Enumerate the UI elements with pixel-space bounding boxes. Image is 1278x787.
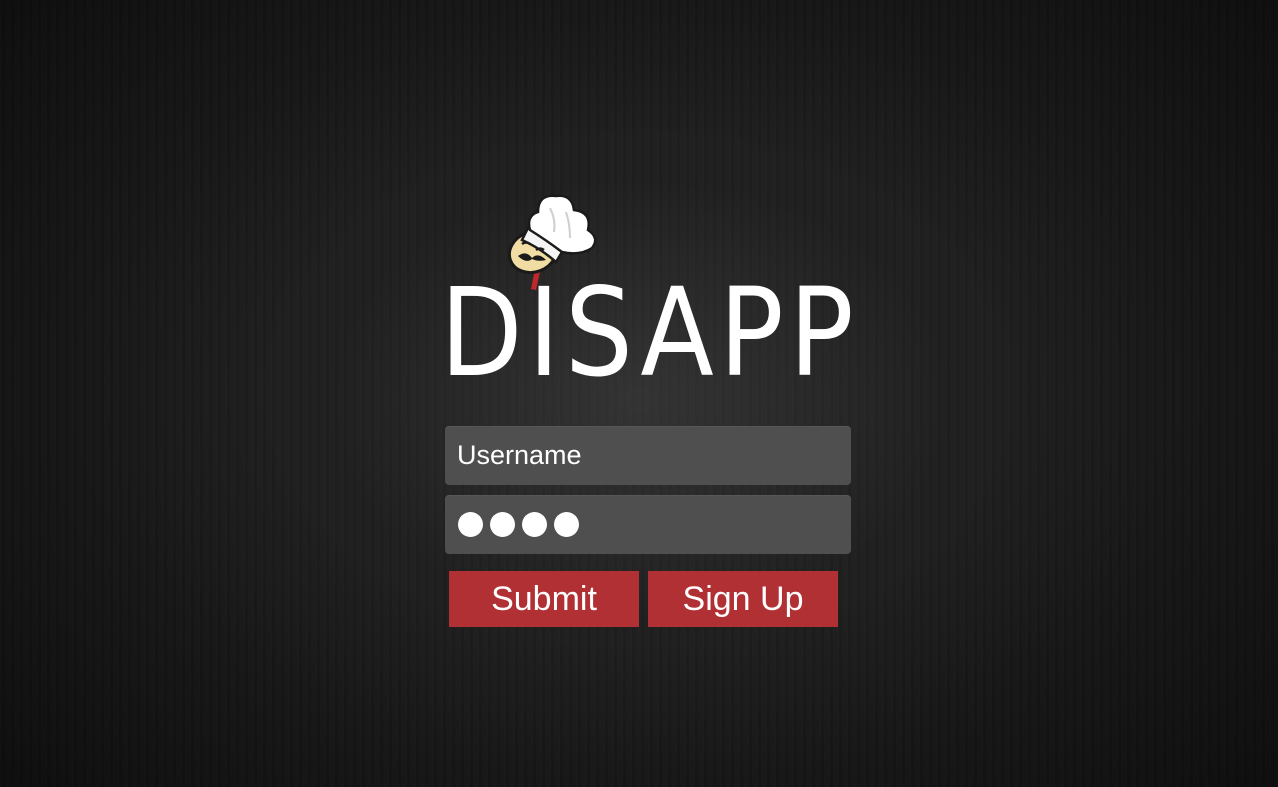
app-logo-text: DISAPP [440, 262, 860, 404]
username-field-container [445, 426, 851, 485]
submit-button[interactable]: Submit [449, 571, 639, 627]
password-input[interactable] [445, 495, 851, 554]
username-input[interactable] [445, 426, 851, 485]
sign-up-button[interactable]: Sign Up [648, 571, 838, 627]
password-field-container [445, 495, 851, 554]
